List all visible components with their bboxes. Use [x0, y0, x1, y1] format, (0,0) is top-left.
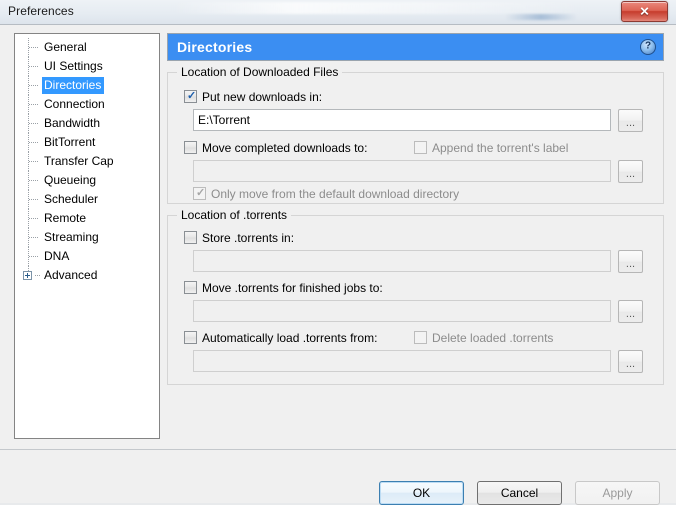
pane-header: Directories ?: [167, 33, 664, 61]
sidebar-item-label: Directories: [42, 77, 105, 94]
checkbox-label: Delete loaded .torrents: [432, 330, 554, 345]
checkbox-box: [184, 231, 197, 245]
sidebar-item-label: Scheduler: [44, 192, 99, 206]
sidebar-item-label: Remote: [44, 211, 87, 225]
apply-button[interactable]: Apply: [575, 481, 660, 505]
ellipsis-icon: ...: [625, 358, 636, 370]
browse-button-store-torrents[interactable]: ...: [618, 250, 643, 273]
sidebar-item-label: BitTorrent: [44, 135, 96, 149]
close-button[interactable]: ✕: [621, 1, 668, 22]
browse-button-move-finished[interactable]: ...: [618, 300, 643, 323]
input-move-finished-path[interactable]: [193, 300, 611, 322]
checkbox-box: [184, 331, 197, 345]
dialog-footer: OK Cancel Apply: [0, 450, 676, 505]
checkbox-move-torrents-finished-jobs[interactable]: Move .torrents for finished jobs to:: [184, 281, 383, 295]
checkbox-label: Put new downloads in:: [202, 89, 323, 104]
group-location-of-torrents: Location of .torrents Store .torrents in…: [167, 208, 664, 385]
groupbox-title: Location of .torrents: [177, 208, 292, 222]
checkbox-box: [414, 331, 427, 345]
checkbox-box: ✓: [193, 187, 206, 201]
checkbox-append-torrent-label[interactable]: Append the torrent's label: [414, 141, 568, 155]
sidebar-item-label: UI Settings: [44, 59, 103, 73]
window-titlebar: Preferences ✕: [0, 0, 676, 24]
sidebar-item-general[interactable]: General: [15, 38, 159, 57]
close-icon: ✕: [639, 4, 650, 18]
ok-button[interactable]: OK: [379, 481, 464, 505]
group-location-of-downloaded-files: Location of Downloaded Files ✓ Put new d…: [167, 65, 664, 204]
sidebar-item-label: Transfer Cap: [44, 154, 114, 168]
checkbox-store-torrents-in[interactable]: Store .torrents in:: [184, 231, 294, 245]
input-put-new-downloads-path[interactable]: [193, 109, 611, 131]
checkbox-delete-loaded-torrents[interactable]: Delete loaded .torrents: [414, 331, 553, 345]
help-icon[interactable]: ?: [640, 39, 656, 55]
checkbox-box: [184, 141, 197, 155]
sidebar-item-label: Connection: [44, 97, 105, 111]
page-title: Directories: [177, 39, 253, 55]
ellipsis-icon: ...: [625, 168, 636, 180]
sidebar-item-label: Bandwidth: [44, 116, 101, 130]
ellipsis-icon: ...: [625, 308, 636, 320]
browse-button-auto-load[interactable]: ...: [618, 350, 643, 373]
sidebar-item-label: General: [44, 40, 87, 54]
expand-plus-icon[interactable]: [23, 271, 32, 280]
titlebar-glass-highlight: [170, 2, 590, 14]
checkbox-label: Only move from the default download dire…: [211, 186, 460, 201]
dialog-client-area: General UI Settings Directories Connecti…: [0, 24, 676, 505]
sidebar-item-bandwidth[interactable]: Bandwidth: [15, 114, 159, 133]
sidebar-item-remote[interactable]: Remote: [15, 209, 159, 228]
groupbox-title: Location of Downloaded Files: [177, 65, 343, 79]
sidebar-item-advanced[interactable]: Advanced: [15, 266, 159, 285]
sidebar-item-label: Advanced: [44, 268, 98, 282]
window-title: Preferences: [8, 4, 74, 18]
sidebar-item-queueing[interactable]: Queueing: [15, 171, 159, 190]
input-store-torrents-path[interactable]: [193, 250, 611, 272]
sidebar-item-ui-settings[interactable]: UI Settings: [15, 57, 159, 76]
sidebar-item-scheduler[interactable]: Scheduler: [15, 190, 159, 209]
checkbox-only-move-from-default-dir[interactable]: ✓ Only move from the default download di…: [193, 187, 459, 201]
settings-pane: Directories ? Location of Downloaded Fil…: [167, 33, 664, 385]
sidebar-item-connection[interactable]: Connection: [15, 95, 159, 114]
ellipsis-icon: ...: [625, 258, 636, 270]
checkmark-icon: ✓: [187, 90, 197, 103]
plus-vertical-bar: [27, 273, 28, 278]
sidebar-item-label: Queueing: [44, 173, 97, 187]
settings-category-tree[interactable]: General UI Settings Directories Connecti…: [14, 33, 160, 439]
checkbox-box: ✓: [184, 90, 197, 104]
checkbox-box: [184, 281, 197, 295]
checkbox-auto-load-torrents-from[interactable]: Automatically load .torrents from:: [184, 331, 377, 345]
ellipsis-icon: ...: [625, 117, 636, 129]
checkbox-move-completed-downloads-to[interactable]: Move completed downloads to:: [184, 141, 367, 155]
sidebar-item-label: Streaming: [44, 230, 99, 244]
sidebar-item-directories[interactable]: Directories: [15, 76, 159, 95]
titlebar-glass-smudge: [505, 14, 577, 20]
cancel-button[interactable]: Cancel: [477, 481, 562, 505]
input-auto-load-path[interactable]: [193, 350, 611, 372]
sidebar-item-label: DNA: [44, 249, 70, 263]
checkmark-icon: ✓: [196, 187, 206, 200]
preferences-dialog: Preferences ✕ General UI Settings Direct…: [0, 0, 676, 505]
checkbox-label: Move completed downloads to:: [202, 140, 368, 155]
help-question-glyph: ?: [644, 40, 652, 52]
checkbox-box: [414, 141, 427, 155]
browse-button-put-new-downloads[interactable]: ...: [618, 109, 643, 132]
sidebar-item-streaming[interactable]: Streaming: [15, 228, 159, 247]
sidebar-item-dna[interactable]: DNA: [15, 247, 159, 266]
checkbox-label: Automatically load .torrents from:: [202, 330, 378, 345]
input-move-completed-path[interactable]: [193, 160, 611, 182]
checkbox-put-new-downloads-in[interactable]: ✓ Put new downloads in:: [184, 90, 322, 104]
checkbox-label: Store .torrents in:: [202, 230, 295, 245]
checkbox-label: Append the torrent's label: [432, 140, 569, 155]
sidebar-item-transfer-cap[interactable]: Transfer Cap: [15, 152, 159, 171]
checkbox-label: Move .torrents for finished jobs to:: [202, 280, 383, 295]
sidebar-item-bittorrent[interactable]: BitTorrent: [15, 133, 159, 152]
browse-button-move-completed[interactable]: ...: [618, 160, 643, 183]
